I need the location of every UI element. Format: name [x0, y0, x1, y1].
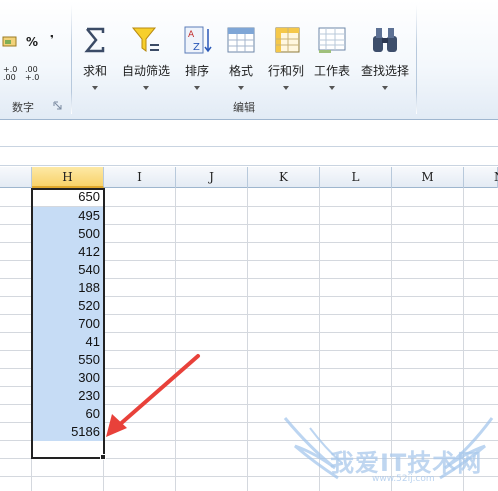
- column-header-l[interactable]: L: [320, 167, 392, 188]
- divider: [0, 165, 498, 166]
- chevron-down-icon: [382, 86, 388, 90]
- cell-h4[interactable]: 412: [32, 243, 104, 261]
- cell-h5[interactable]: 540: [32, 261, 104, 279]
- column-header-row: H I J K L M N: [0, 167, 498, 188]
- sort-az-icon: A Z: [184, 26, 212, 54]
- percent-style-icon[interactable]: %: [26, 35, 38, 49]
- column-header-m[interactable]: M: [392, 167, 464, 188]
- auto-filter-button[interactable]: 自动筛选: [118, 18, 174, 94]
- find-select-label: 查找选择: [360, 64, 409, 78]
- currency-format-icon[interactable]: [2, 34, 18, 50]
- sigma-icon: [84, 27, 105, 53]
- svg-text:Z: Z: [193, 42, 200, 53]
- decrease-decimal-icon[interactable]: .00 +.0: [25, 66, 39, 82]
- ribbon: % ❜ +.0 .00 .00 +.0 数字 求和 自动筛选 A Z 排序 格式…: [0, 0, 498, 120]
- row-header-corner: [0, 167, 32, 188]
- chevron-down-icon: [329, 86, 335, 90]
- edit-group-label: 编辑: [233, 101, 255, 114]
- cell-h8[interactable]: 700: [32, 315, 104, 333]
- chevron-down-icon: [283, 86, 289, 90]
- divider: [0, 146, 498, 147]
- cell-h3[interactable]: 500: [32, 225, 104, 243]
- fill-handle[interactable]: [100, 454, 106, 460]
- comma-style-icon[interactable]: ❜: [50, 33, 54, 46]
- worksheet-icon: [318, 27, 346, 53]
- format-cells-icon: [227, 27, 255, 53]
- chevron-down-icon: [143, 86, 149, 90]
- cell-h9[interactable]: 41: [32, 333, 104, 351]
- column-header-j[interactable]: J: [176, 167, 248, 188]
- cell-h7[interactable]: 520: [32, 297, 104, 315]
- cell-h11[interactable]: 300: [32, 369, 104, 387]
- rows-columns-icon: [275, 27, 300, 53]
- column-header-n[interactable]: N: [464, 167, 498, 188]
- cell-h1[interactable]: 650: [32, 188, 104, 206]
- binoculars-icon: [373, 28, 397, 52]
- worksheet-button[interactable]: 工作表: [304, 18, 360, 94]
- watermark-url: www.52ij.com: [372, 474, 435, 484]
- chevron-down-icon: [194, 86, 200, 90]
- column-header-h[interactable]: H: [32, 167, 104, 188]
- cell-h13[interactable]: 60: [32, 405, 104, 423]
- watermark-text: 我爱IT技术网: [330, 449, 483, 477]
- svg-text:A: A: [188, 30, 195, 40]
- cell-h10[interactable]: 550: [32, 351, 104, 369]
- column-header-k[interactable]: K: [248, 167, 320, 188]
- increase-decimal-icon[interactable]: +.0 .00: [3, 66, 17, 82]
- find-select-button[interactable]: 查找选择: [356, 18, 414, 94]
- auto-filter-label: 自动筛选: [121, 64, 170, 78]
- number-group-label: 数字: [12, 101, 34, 114]
- sum-label: 求和: [82, 64, 107, 78]
- cell-h2[interactable]: 495: [32, 207, 104, 225]
- chevron-down-icon: [238, 86, 244, 90]
- chevron-down-icon: [92, 86, 98, 90]
- formula-bar-area: [0, 121, 498, 167]
- group-separator: [416, 4, 417, 114]
- cell-h12[interactable]: 230: [32, 387, 104, 405]
- spreadsheet-window: % ❜ +.0 .00 .00 +.0 数字 求和 自动筛选 A Z 排序 格式…: [0, 0, 498, 491]
- dialog-launcher-icon[interactable]: [53, 101, 62, 110]
- filter-icon: [131, 27, 159, 52]
- sum-button[interactable]: 求和: [67, 18, 123, 94]
- cell-h6[interactable]: 188: [32, 279, 104, 297]
- worksheet-label: 工作表: [313, 64, 350, 78]
- column-header-i[interactable]: I: [104, 167, 176, 188]
- cell-h14[interactable]: 5186: [32, 423, 104, 441]
